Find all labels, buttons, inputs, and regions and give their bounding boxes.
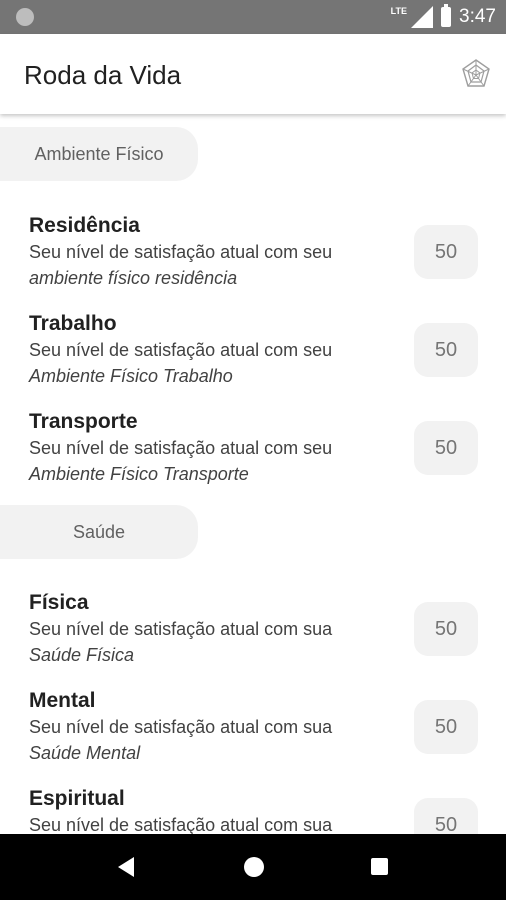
back-icon[interactable] [118, 857, 134, 877]
item-title: Física [29, 591, 89, 614]
item-title: Trabalho [29, 312, 117, 335]
item-subtitle: Ambiente Físico Trabalho [29, 366, 233, 386]
item-description: Seu nível de satisfação atual com sua [29, 717, 333, 737]
item-subtitle: Ambiente Físico Transporte [29, 464, 249, 484]
section-header-saude: Saúde [0, 505, 198, 559]
item-title: Residência [29, 214, 140, 237]
page-title: Roda da Vida [24, 60, 182, 90]
network-type: LTE [390, 6, 408, 16]
section-header-ambiente-fisico: Ambiente Físico [0, 127, 198, 181]
item-description: Seu nível de satisfação atual com sua [29, 815, 333, 834]
item-title: Mental [29, 689, 96, 712]
list-item: Espiritual Seu nível de satisfação atual… [0, 787, 506, 834]
list-item: Residência Seu nível de satisfação atual… [0, 214, 506, 304]
item-description: Seu nível de satisfação atual com seu [29, 242, 333, 262]
clock: 3:47 [459, 6, 496, 27]
notification-dot-icon [16, 8, 34, 26]
item-title: Transporte [29, 410, 138, 433]
satisfaction-input[interactable]: 50 [414, 700, 478, 754]
list-item: Transporte Seu nível de satisfação atual… [0, 410, 506, 500]
satisfaction-input[interactable]: 50 [414, 798, 478, 834]
list-item: Mental Seu nível de satisfação atual com… [0, 689, 506, 779]
life-wheel-icon[interactable] [460, 58, 492, 90]
home-icon[interactable] [244, 857, 264, 877]
battery-icon [441, 4, 452, 27]
item-subtitle: Saúde Mental [29, 743, 141, 763]
satisfaction-input[interactable]: 50 [414, 225, 478, 279]
recents-icon[interactable] [371, 858, 388, 875]
satisfaction-input[interactable]: 50 [414, 323, 478, 377]
status-icons: LTE 3:47 [391, 0, 496, 34]
list-item: Trabalho Seu nível de satisfação atual c… [0, 312, 506, 402]
navigation-bar [0, 834, 506, 900]
item-subtitle: Saúde Física [29, 645, 135, 665]
app-bar: Roda da Vida [0, 34, 506, 114]
item-description: Seu nível de satisfação atual com sua [29, 619, 333, 639]
satisfaction-input[interactable]: 50 [414, 421, 478, 475]
item-subtitle: ambiente físico residência [29, 268, 238, 288]
satisfaction-input[interactable]: 50 [414, 602, 478, 656]
status-bar: LTE 3:47 [0, 0, 506, 34]
signal-icon [411, 6, 434, 28]
list-item: Física Seu nível de satisfação atual com… [0, 591, 506, 681]
item-description: Seu nível de satisfação atual com seu [29, 438, 333, 458]
content-list[interactable]: Ambiente Físico Residência Seu nível de … [0, 116, 506, 834]
item-title: Espiritual [29, 787, 125, 810]
item-description: Seu nível de satisfação atual com seu [29, 340, 333, 360]
